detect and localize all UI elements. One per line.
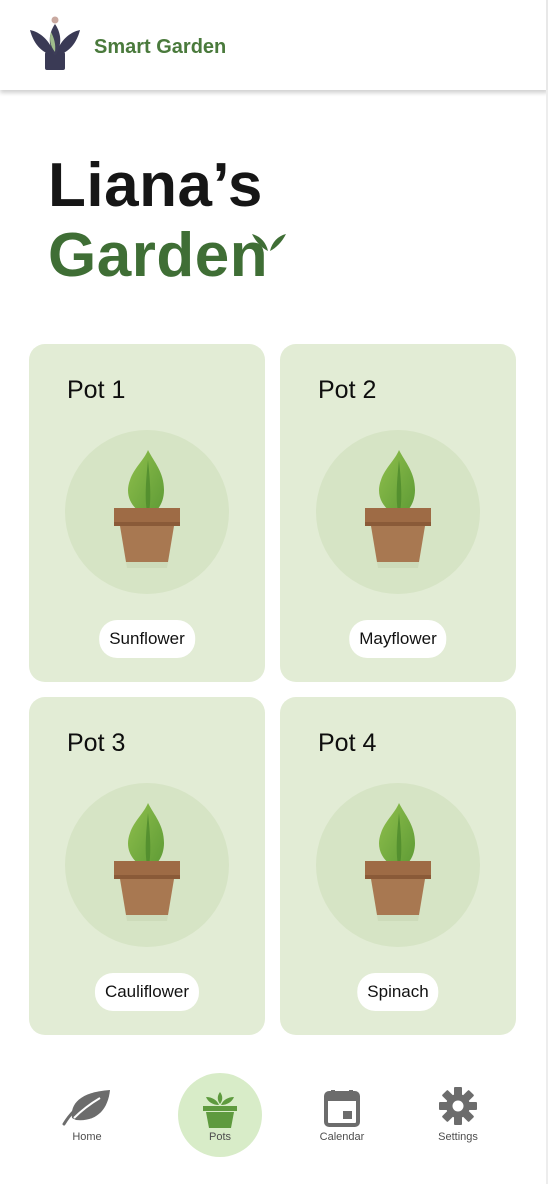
- potted-plant-illustration-icon: [114, 450, 180, 568]
- app-title: Smart Garden: [94, 36, 227, 58]
- pot-card-2[interactable]: Pot 2 Mayflower: [280, 344, 516, 682]
- garden-heading: Liana’s Garden: [48, 152, 268, 292]
- potted-plant-illustration-icon: [114, 803, 180, 921]
- plant-image: [65, 783, 229, 947]
- calendar-icon: [324, 1090, 360, 1127]
- plant-image: [316, 430, 480, 594]
- nav-item-settings[interactable]: Settings: [403, 1060, 513, 1160]
- plant-image: [316, 783, 480, 947]
- potted-plant-icon: [203, 1092, 237, 1128]
- gear-icon: [439, 1087, 477, 1125]
- nav-label-pots: Pots: [208, 1131, 231, 1143]
- app-bar: Smart Garden: [0, 0, 548, 90]
- garden-owner-name: Liana’s: [48, 151, 263, 220]
- plant-name-chip: Cauliflower: [94, 973, 200, 1011]
- plant-image: [65, 430, 229, 594]
- potted-plant-illustration-icon: [365, 450, 431, 568]
- bottom-nav: Home Pots Calendar Settings: [0, 1060, 546, 1184]
- plant-name-chip: Spinach: [357, 973, 439, 1011]
- pot-card-3[interactable]: Pot 3 Cauliflower: [29, 697, 265, 1035]
- plant-name-chip: Sunflower: [99, 620, 195, 658]
- pot-title: Pot 2: [318, 376, 377, 404]
- app-logo-icon: [30, 16, 80, 70]
- nav-item-pots[interactable]: Pots: [165, 1060, 275, 1160]
- garden-word: Garden: [48, 221, 269, 290]
- nav-label-calendar: Calendar: [319, 1131, 365, 1143]
- potted-plant-illustration-icon: [365, 803, 431, 921]
- plant-name-chip: Mayflower: [349, 620, 447, 658]
- nav-label-settings: Settings: [438, 1131, 478, 1143]
- leaf-icon: [62, 1090, 110, 1126]
- sprout-icon: [252, 234, 286, 251]
- pot-title: Pot 1: [67, 376, 126, 404]
- nav-item-home[interactable]: Home: [32, 1060, 142, 1160]
- nav-label-home: Home: [72, 1131, 102, 1143]
- pot-card-4[interactable]: Pot 4 Spinach: [280, 697, 516, 1035]
- pot-title: Pot 4: [318, 729, 377, 757]
- pot-title: Pot 3: [67, 729, 126, 757]
- nav-item-calendar[interactable]: Calendar: [287, 1060, 397, 1160]
- pot-card-1[interactable]: Pot 1 Sunflower: [29, 344, 265, 682]
